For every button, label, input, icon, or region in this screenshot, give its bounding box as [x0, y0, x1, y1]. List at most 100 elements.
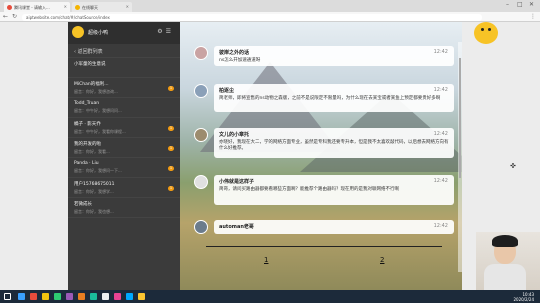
app-icon[interactable] [138, 293, 145, 300]
message-avatar [194, 46, 208, 60]
message-avatar [194, 220, 208, 234]
unread-badge: 1 [168, 186, 174, 191]
page-link-1[interactable]: 1 [264, 256, 268, 264]
message-sender: automan老哥 [219, 224, 254, 230]
back-to-list-link[interactable]: ‹ 返回群列表 [68, 44, 180, 58]
divider-line [206, 246, 442, 247]
message-time: 12:42 [433, 178, 448, 184]
message-time: 12:42 [433, 49, 448, 55]
app-icon[interactable] [114, 293, 121, 300]
contact-preview: 留言：中午好，我看你课程... [74, 129, 126, 134]
app-icon[interactable] [42, 293, 49, 300]
app-icon[interactable] [102, 293, 109, 300]
sidebar-item[interactable]: 用户15768675011 留言：你好，我想学... 1 [68, 178, 180, 198]
favicon-icon [75, 5, 80, 10]
tab-label: 腾讯课堂 - 请输入... [14, 5, 50, 10]
chat-sidebar: 超级小鸭 ⚙☰ ‹ 返回群列表 小军童的生意说 MiChan的福利... 留言：… [68, 22, 180, 290]
unread-badge: 1 [168, 126, 174, 131]
message-bubble: automan老哥 12:42 [214, 220, 454, 234]
unread-badge: 1 [168, 166, 174, 171]
message-sender: 彼岸之外的话 [219, 50, 250, 56]
close-window-icon[interactable]: ✕ [529, 1, 534, 8]
message-avatar [194, 84, 208, 98]
eye [481, 28, 484, 31]
user-avatar [72, 26, 84, 38]
minimize-icon[interactable]: – [506, 1, 509, 8]
contact-name: MiChan的福利... [74, 82, 109, 87]
sidebar-item[interactable]: MiChan的福利... 留言：你好，我想咨询... 1 [68, 78, 180, 98]
app-icon[interactable] [30, 293, 37, 300]
clock-date: 2020/2/24 [513, 297, 534, 302]
message-time: 12:42 [433, 87, 448, 93]
app-icon[interactable] [90, 293, 97, 300]
message-sender: 文儿的小章托 [219, 132, 250, 138]
message-time: 12:42 [433, 223, 448, 229]
reload-icon[interactable]: ↻ [12, 13, 17, 20]
message-text: 简哥，请问买路由器都要看哪些方面啊？能推荐个路由器吗？现在用的是我对联网络不行啊 [219, 187, 399, 192]
taskbar-clock[interactable]: 10:43 2020/2/24 [513, 292, 534, 302]
page-link-2[interactable]: 2 [380, 256, 384, 264]
sidebar-item[interactable]: Todd_Truan 留言：中午好，我想问问... [68, 98, 180, 118]
contact-name: 若微成长 [74, 202, 92, 207]
scrollbar-thumb[interactable] [459, 58, 461, 178]
webcam-overlay [476, 232, 540, 290]
contact-preview: 留言：你好，我想问一下... [74, 168, 122, 173]
app-icon[interactable] [18, 293, 25, 300]
sidebar-item[interactable]: 小军童的生意说 [68, 58, 180, 78]
presenter-hair [492, 235, 518, 247]
sidebar-item[interactable]: 若微成长 留言：你好，我也想... [68, 198, 180, 218]
back-icon[interactable]: ← [3, 13, 8, 20]
chat-pane: 彼岸之外的话 12:42 ns怎么开加速通道呀 柏逐尘 12:42 简老师，即将… [180, 22, 462, 290]
address-bar: ← ↻ aiptwebsite.com/chat/#/chatSource/in… [0, 12, 540, 22]
contact-name: 用户15768675011 [74, 182, 115, 187]
sidebar-item[interactable]: Panda · Liu 留言：你好，我想问一下... 1 [68, 158, 180, 178]
sidebar-item[interactable]: 橘子 · 影天乔 留言：中午好，我看你课程... 1 [68, 118, 180, 138]
settings-icon[interactable]: ⚙ [157, 28, 165, 35]
mouse-cursor-icon: ✜ [510, 162, 516, 170]
duck-avatar [474, 22, 498, 44]
contact-name: Panda · Liu [74, 161, 99, 166]
header-icons: ⚙☰ [157, 28, 174, 35]
browser-tab-2[interactable]: 在线聊天 ✕ [72, 2, 132, 12]
maximize-icon[interactable]: □ [517, 1, 523, 8]
browser-tab-bar: 腾讯课堂 - 请输入... ✕ 在线聊天 ✕ – □ ✕ [0, 0, 540, 12]
message-text: ns怎么开加速通道呀 [219, 58, 261, 63]
contact-preview: 留言：中午好，我想问问... [74, 108, 122, 113]
sidebar-header: 超级小鸭 ⚙☰ [68, 22, 180, 44]
close-icon[interactable]: ✕ [126, 4, 129, 9]
favicon-icon [7, 5, 12, 10]
start-icon[interactable] [4, 293, 11, 300]
app-icon[interactable] [78, 293, 85, 300]
message-text: 简老师，即将宣售的ns动物之森版，之前不是说限定不限量吗，为什么现在去某宝或者某… [219, 96, 441, 101]
taskbar: 10:43 2020/2/24 [0, 290, 540, 303]
menu-icon[interactable]: ⋮ [530, 13, 536, 20]
menu-lines-icon[interactable]: ☰ [166, 28, 174, 35]
url-input[interactable]: aiptwebsite.com/chat/#/chatSource/index [22, 14, 482, 21]
contact-preview: 留言：你好，我想学... [74, 189, 114, 194]
contact-name: Todd_Truan [74, 101, 100, 106]
app-icon[interactable] [54, 293, 61, 300]
tab-label: 在线聊天 [82, 5, 98, 10]
message-bubble: 柏逐尘 12:42 简老师，即将宣售的ns动物之森版，之前不是说限定不限量吗，为… [214, 84, 454, 112]
message-bubble: 文儿的小章托 12:42 亦晓好，我现在大二，学的网络方面专业，虽然是专科我还要… [214, 128, 454, 158]
user-name: 超级小鸭 [88, 30, 109, 36]
presenter-shirt [484, 264, 526, 290]
browser-tab-1[interactable]: 腾讯课堂 - 请输入... ✕ [4, 2, 70, 12]
message-time: 12:42 [433, 131, 448, 137]
close-icon[interactable]: ✕ [64, 4, 67, 9]
unread-badge: 1 [168, 86, 174, 91]
contact-name: 橘子 · 影天乔 [74, 122, 101, 127]
app-icon[interactable] [66, 293, 73, 300]
message-avatar [194, 128, 208, 142]
contact-name: 我的开发的啦 [74, 142, 101, 147]
back-label: 返回群列表 [77, 49, 103, 55]
message-bubble: 彼岸之外的话 12:42 ns怎么开加速通道呀 [214, 46, 454, 66]
message-text: 亦晓好，我现在大二，学的网络方面专业，虽然是专科我还要专升本，但是我不太喜欢敲代… [219, 140, 449, 151]
contact-name: 小军童的生意说 [74, 62, 106, 67]
sidebar-item[interactable]: 我的开发的啦 留言：你好，我看... 1 [68, 138, 180, 158]
app-icon[interactable] [126, 293, 133, 300]
contact-preview: 留言：你好，我也想... [74, 209, 114, 214]
message-sender: 柏逐尘 [219, 88, 235, 94]
unread-badge: 1 [168, 146, 174, 151]
message-bubble: 小伟就是这样子 12:42 简哥，请问买路由器都要看哪些方面啊？能推荐个路由器吗… [214, 175, 454, 205]
